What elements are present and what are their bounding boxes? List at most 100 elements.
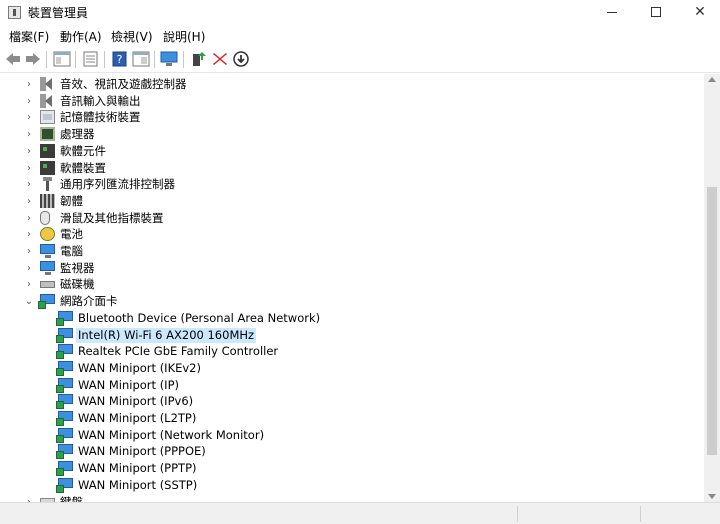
tree-category[interactable]: › 記憶體技術裝置 — [0, 109, 700, 126]
tree-category[interactable]: › 通用序列匯流排控制器 — [0, 176, 700, 193]
software-device-icon — [40, 160, 55, 175]
status-separator — [640, 506, 641, 522]
processor-icon — [40, 127, 55, 142]
device-tree-label: WAN Miniport (PPTP) — [78, 461, 197, 476]
tree-category[interactable]: › 磁碟機 — [0, 276, 700, 293]
expand-chevron-right-icon[interactable]: › — [24, 276, 34, 293]
forward-arrow-icon[interactable] — [24, 51, 42, 67]
network-adapter-icon — [56, 310, 73, 326]
expand-chevron-right-icon[interactable]: › — [24, 226, 34, 243]
device-tree-label: 音效、視訊及遊戲控制器 — [60, 77, 187, 91]
expand-chevron-right-icon[interactable]: › — [24, 243, 34, 260]
tree-category[interactable]: › 電池 — [0, 226, 700, 243]
disable-down-arrow-icon[interactable] — [232, 51, 250, 67]
device-tree-label: 軟體裝置 — [60, 160, 106, 175]
expand-chevron-right-icon[interactable]: › — [24, 160, 34, 177]
network-adapter-icon — [56, 377, 73, 393]
uninstall-x-icon[interactable] — [211, 51, 229, 67]
scrollbar-thumb[interactable] — [707, 187, 717, 455]
device-tree-label: 網路介面卡 — [60, 294, 118, 309]
menu-view[interactable]: 檢視(V) — [111, 28, 153, 45]
expand-chevron-right-icon[interactable]: › — [24, 193, 34, 210]
device-tree-label: WAN Miniport (IKEv2) — [78, 360, 201, 375]
close-icon: ✕ — [694, 4, 706, 20]
expand-chevron-right-icon[interactable]: › — [24, 176, 34, 193]
tree-category[interactable]: › 處理器 — [0, 126, 700, 143]
device-tree-label: WAN Miniport (Network Monitor) — [78, 427, 265, 442]
tree-device-item[interactable]: WAN Miniport (Network Monitor) — [0, 427, 700, 444]
expand-chevron-right-icon[interactable]: › — [24, 260, 34, 277]
show-hide-tree-icon[interactable] — [53, 51, 71, 67]
device-tree-label: 電腦 — [60, 244, 83, 258]
device-tree-label: 通用序列匯流排控制器 — [60, 177, 175, 192]
speaker-icon — [40, 77, 55, 91]
network-adapter-icon — [56, 444, 73, 460]
tree-device-item[interactable]: Realtek PCIe GbE Family Controller — [0, 343, 700, 360]
tree-device-item[interactable]: WAN Miniport (SSTP) — [0, 477, 700, 494]
properties-icon[interactable] — [82, 51, 100, 67]
close-button[interactable]: ✕ — [678, 0, 720, 24]
usb-icon — [40, 177, 55, 192]
tree-category[interactable]: › 音效、視訊及遊戲控制器 — [0, 76, 700, 93]
tree-category[interactable]: › 音訊輸入與輸出 — [0, 93, 700, 110]
back-arrow-icon[interactable] — [4, 51, 22, 67]
tree-device-item[interactable]: WAN Miniport (PPPOE) — [0, 443, 700, 460]
tree-device-item[interactable]: WAN Miniport (PPTP) — [0, 460, 700, 477]
tree-device-item[interactable]: WAN Miniport (IPv6) — [0, 393, 700, 410]
device-tree-label: WAN Miniport (SSTP) — [78, 477, 198, 492]
network-adapter-icon — [56, 411, 73, 426]
device-tree-label: WAN Miniport (L2TP) — [78, 411, 197, 425]
menu-action[interactable]: 動作(A) — [60, 28, 102, 45]
tree-category[interactable]: › 鍵盤 — [0, 494, 700, 503]
computer-icon — [40, 244, 55, 258]
toolbar-separator — [75, 51, 76, 68]
expand-chevron-right-icon[interactable]: › — [24, 109, 34, 126]
expand-chevron-right-icon[interactable]: › — [24, 76, 34, 93]
status-bar — [0, 502, 720, 524]
device-tree-label: 滑鼠及其他指標裝置 — [60, 210, 164, 225]
device-tree-label: 軟體元件 — [60, 143, 106, 158]
tree-category[interactable]: › 滑鼠及其他指標裝置 — [0, 210, 700, 227]
tree-device-item[interactable]: Intel(R) Wi-Fi 6 AX200 160MHz — [0, 327, 700, 344]
tree-device-item[interactable]: WAN Miniport (IP) — [0, 377, 700, 394]
maximize-button[interactable] — [634, 0, 678, 24]
vertical-scrollbar[interactable] — [704, 74, 720, 502]
monitor-scan-icon[interactable] — [160, 51, 178, 67]
window-title: 裝置管理員 — [28, 6, 89, 20]
expand-chevron-right-icon[interactable]: › — [24, 494, 34, 503]
view-icon[interactable] — [132, 51, 150, 67]
network-adapter-icon — [38, 294, 55, 310]
network-adapter-icon — [56, 327, 73, 343]
scroll-down-icon[interactable] — [708, 494, 716, 499]
device-tree-label: 記憶體技術裝置 — [60, 110, 141, 125]
memory-icon — [40, 110, 55, 125]
device-tree-label: 磁碟機 — [60, 277, 95, 292]
tree-category[interactable]: › 軟體裝置 — [0, 160, 700, 177]
tree-device-item[interactable]: WAN Miniport (L2TP) — [0, 410, 700, 427]
device-tree-label: Intel(R) Wi-Fi 6 AX200 160MHz — [76, 327, 257, 343]
expand-chevron-right-icon[interactable]: › — [24, 210, 34, 227]
tree-category[interactable]: › 監視器 — [0, 260, 700, 277]
device-tree-label: 監視器 — [60, 260, 95, 275]
software-component-icon — [40, 143, 55, 158]
menu-help[interactable]: 說明(H) — [163, 28, 205, 45]
minimize-button[interactable] — [590, 0, 634, 24]
network-adapter-icon — [56, 477, 73, 493]
expand-chevron-right-icon[interactable]: › — [24, 143, 34, 160]
tree-category[interactable]: ⌄ 網路介面卡 — [0, 293, 700, 310]
scroll-up-icon[interactable] — [708, 77, 716, 82]
tree-device-item[interactable]: Bluetooth Device (Personal Area Network) — [0, 310, 700, 327]
expand-chevron-right-icon[interactable]: › — [24, 93, 34, 110]
update-driver-icon[interactable] — [190, 51, 208, 67]
tree-device-item[interactable]: WAN Miniport (IKEv2) — [0, 360, 700, 377]
help-icon[interactable]: ? — [111, 51, 129, 67]
toolbar: ? — [0, 46, 720, 73]
expand-chevron-right-icon[interactable]: › — [24, 126, 34, 143]
expand-chevron-down-icon[interactable]: ⌄ — [24, 293, 34, 310]
battery-icon — [40, 227, 55, 242]
device-tree[interactable]: › 音效、視訊及遊戲控制器 › 音訊輸入與輸出 › 記憶體技術裝置 › 處理器 › 軟體元件 › 軟體… — [0, 74, 704, 502]
tree-category[interactable]: › 軟體元件 — [0, 143, 700, 160]
tree-category[interactable]: › 電腦 — [0, 243, 700, 260]
tree-category[interactable]: › 韌體 — [0, 193, 700, 210]
menu-file[interactable]: 檔案(F) — [9, 28, 49, 45]
